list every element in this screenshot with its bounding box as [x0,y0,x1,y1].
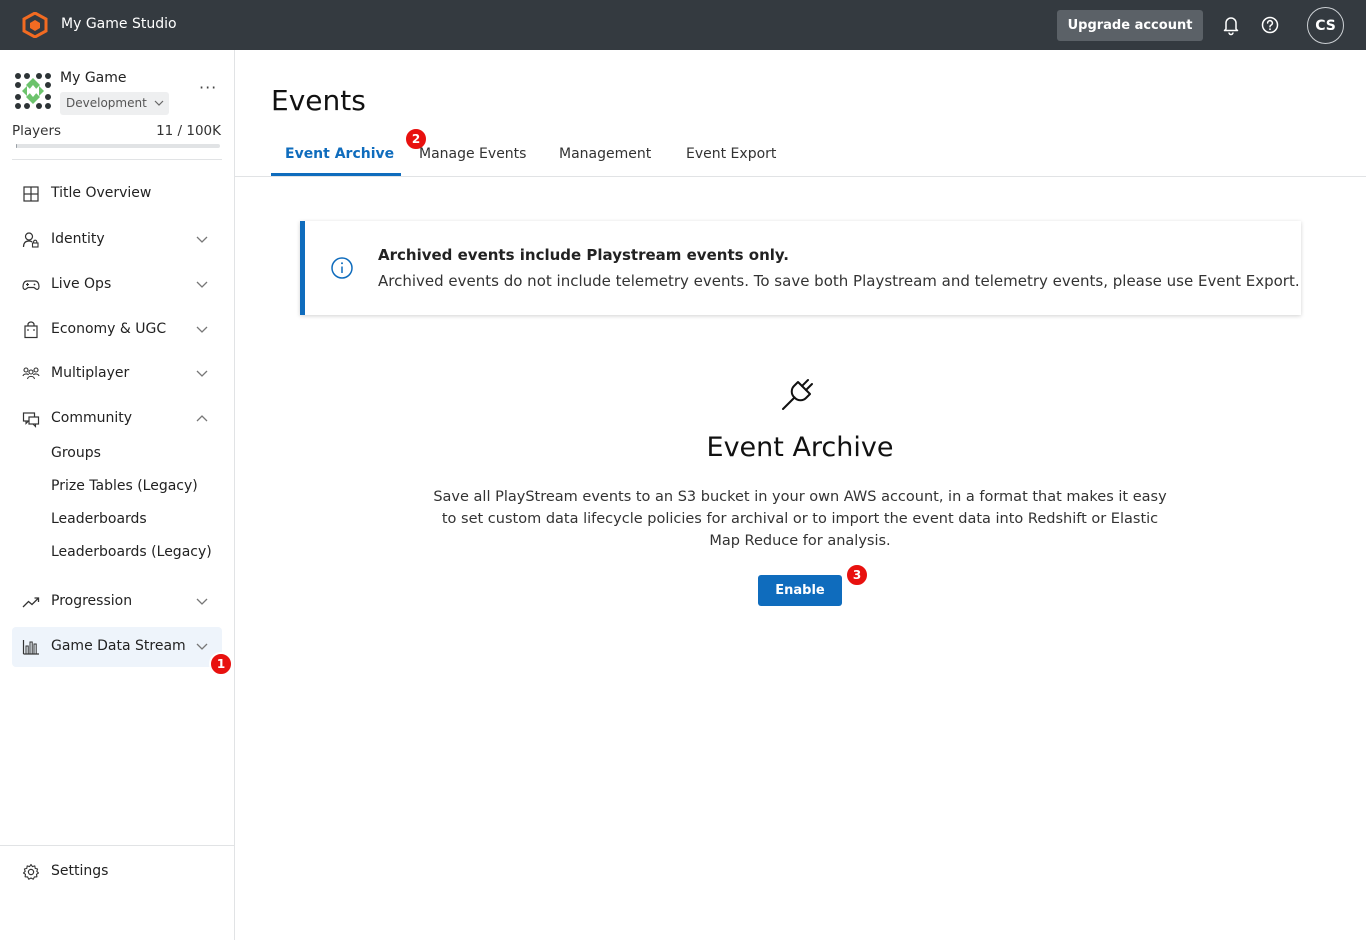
trend-icon [22,597,40,608]
sidebar-item-economy-ugc[interactable]: Economy & UGC [12,310,222,350]
tab-manage-events[interactable]: Manage Events [419,146,526,162]
chevron-up-icon[interactable] [196,414,208,423]
players-count: 11 / 100K [156,123,221,139]
chevron-down-icon[interactable] [196,235,208,244]
enable-button[interactable]: Enable [758,575,842,606]
upgrade-account-button[interactable]: Upgrade account [1057,10,1203,41]
sidebar-item-label: Title Overview [51,185,152,201]
sidebar-subitem-prize-tables[interactable]: Prize Tables (Legacy) [51,478,198,494]
step-badge-3: 3 [845,563,869,587]
sidebar-item-settings[interactable]: Settings [12,852,222,892]
user-avatar[interactable]: CS [1307,7,1344,44]
info-icon [331,257,353,279]
players-progress-bar [16,144,220,148]
sidebar-item-live-ops[interactable]: Live Ops [12,265,222,305]
more-options-icon[interactable]: ··· [199,78,217,97]
sidebar-item-label: Multiplayer [51,365,130,381]
chevron-down-icon[interactable] [196,280,208,289]
sidebar-item-label: Identity [51,231,105,247]
step-badge-1: 1 [209,652,233,676]
chevron-down-icon[interactable] [196,325,208,334]
sidebar-item-game-data-stream[interactable]: Game Data Stream [12,627,222,667]
sidebar-item-community[interactable]: Community [12,399,222,439]
notice-title: Archived events include Playstream event… [378,246,789,264]
studio-name[interactable]: My Game Studio [61,16,177,32]
top-bar: My Game Studio Upgrade account CS [0,0,1366,50]
chevron-down-icon[interactable] [196,369,208,378]
game-name[interactable]: My Game [60,70,127,86]
empty-state-title: Event Archive [706,432,894,463]
gamepad-icon [22,280,40,290]
sidebar: My Game Development ··· Players 11 / 100… [0,50,235,940]
people-icon [22,367,40,380]
game-icon [14,72,52,110]
page-title: Events [271,84,366,117]
sidebar-item-label: Progression [51,593,133,609]
sidebar-footer-divider [0,845,234,846]
players-label: Players [12,123,62,139]
sidebar-subitem-groups[interactable]: Groups [51,445,101,461]
bag-icon [24,321,38,339]
chevron-down-icon [154,100,164,106]
sidebar-item-multiplayer[interactable]: Multiplayer [12,354,222,394]
environment-select[interactable]: Development [60,92,169,115]
active-tab-indicator [271,173,401,176]
empty-state-description: Save all PlayStream events to an S3 buck… [433,489,1167,549]
tab-management[interactable]: Management [559,146,651,162]
tab-event-export[interactable]: Event Export [686,146,776,162]
sidebar-divider [12,159,222,160]
plug-icon [782,379,813,410]
bell-icon[interactable] [1220,14,1242,36]
gear-icon [22,863,40,880]
bar-chart-icon [22,640,39,655]
sidebar-item-label: Game Data Stream [51,638,186,654]
sidebar-item-label: Economy & UGC [51,321,167,337]
sidebar-subitem-leaderboards-legacy[interactable]: Leaderboards (Legacy) [51,544,212,560]
grid-icon [23,186,39,202]
tab-bar: Event Archive Manage Events Management E… [235,138,1366,177]
community-icon [22,412,40,428]
environment-label: Development [66,96,147,110]
players-progress-fill [16,144,18,148]
info-notice: Archived events include Playstream event… [300,221,1301,315]
sidebar-subitem-leaderboards[interactable]: Leaderboards [51,511,147,527]
tab-event-archive[interactable]: Event Archive [285,146,394,162]
sidebar-item-progression[interactable]: Progression [12,582,222,622]
sidebar-item-label: Community [51,410,133,426]
identity-icon [22,232,39,248]
sidebar-item-title-overview[interactable]: Title Overview [12,174,222,214]
sidebar-item-label: Live Ops [51,276,112,292]
notice-body: Archived events do not include telemetry… [378,272,1300,290]
chevron-down-icon[interactable] [196,597,208,606]
sidebar-item-label: Settings [51,863,109,879]
chevron-down-icon[interactable] [196,642,208,651]
help-icon[interactable] [1259,14,1281,36]
playfab-logo-icon[interactable] [22,12,48,38]
sidebar-item-identity[interactable]: Identity [12,220,222,260]
